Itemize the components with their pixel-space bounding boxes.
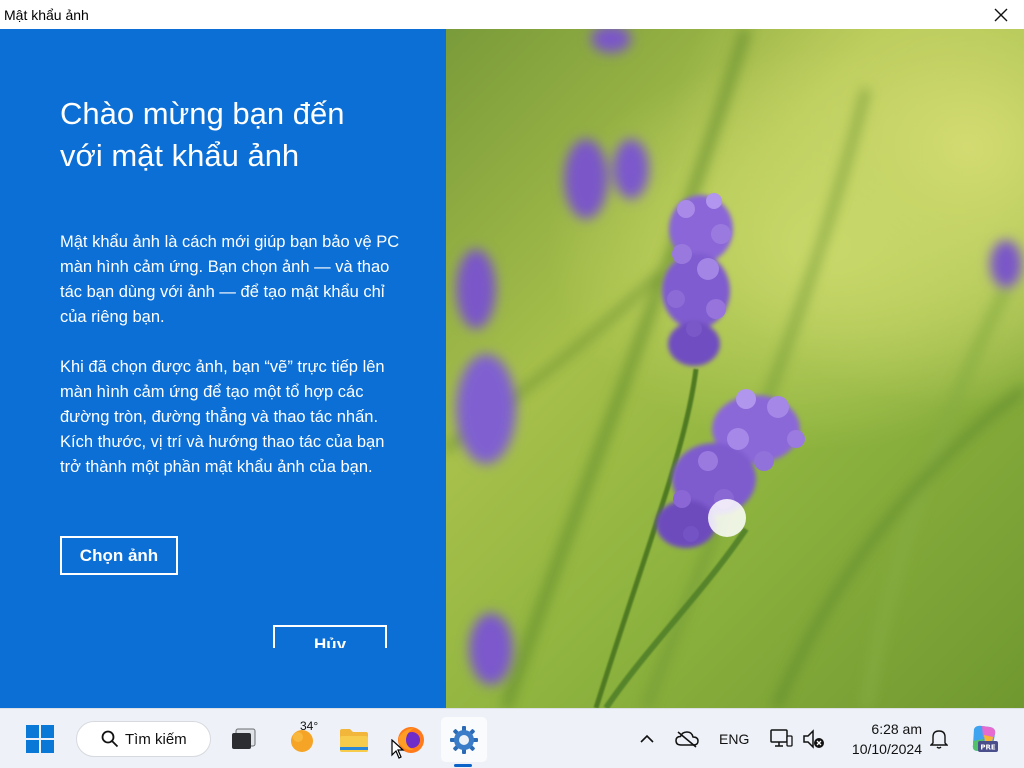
close-button[interactable] bbox=[978, 0, 1024, 29]
taskbar-search-box[interactable]: Tìm kiếm bbox=[76, 721, 211, 757]
close-icon bbox=[994, 8, 1008, 21]
title-bar: Mật khẩu ảnh bbox=[0, 0, 1024, 29]
task-view-button[interactable] bbox=[225, 723, 261, 755]
weather-temperature: 34° bbox=[300, 719, 319, 733]
gear-icon bbox=[450, 725, 478, 754]
volume-button[interactable] bbox=[801, 727, 827, 751]
active-app-indicator bbox=[454, 764, 472, 767]
network-button[interactable] bbox=[768, 727, 794, 751]
copilot-icon: PRE bbox=[972, 725, 998, 752]
cloud-offline-icon bbox=[675, 731, 699, 748]
welcome-heading-line2: với mật khẩu ảnh bbox=[60, 138, 300, 173]
clock[interactable]: 6:28 am 10/10/2024 bbox=[832, 719, 922, 759]
search-label: Tìm kiếm bbox=[125, 730, 187, 748]
file-explorer-button[interactable] bbox=[335, 723, 373, 757]
notifications-button[interactable] bbox=[927, 727, 951, 751]
windows-logo-icon bbox=[26, 725, 54, 753]
info-panel: Chào mừng bạn đến với mật khẩu ảnh Mật k… bbox=[0, 29, 446, 708]
bell-icon bbox=[930, 730, 948, 749]
search-icon bbox=[101, 730, 119, 748]
lavender-photo bbox=[446, 29, 1024, 708]
folder-icon bbox=[340, 729, 368, 752]
language-indicator[interactable]: ENG bbox=[719, 731, 749, 747]
firefox-button[interactable] bbox=[389, 717, 433, 762]
start-button[interactable] bbox=[22, 723, 58, 755]
window-title: Mật khẩu ảnh bbox=[4, 6, 89, 23]
cancel-label: Hủy bbox=[313, 635, 347, 648]
welcome-heading: Chào mừng bạn đến với mật khẩu ảnh bbox=[60, 93, 420, 177]
cancel-button-clip: Hủy bbox=[273, 625, 387, 648]
task-view-icon bbox=[232, 728, 256, 749]
background-photo bbox=[446, 29, 1024, 708]
clock-date: 10/10/2024 bbox=[851, 741, 922, 757]
choose-picture-label: Chọn ảnh bbox=[79, 545, 159, 565]
network-wired-icon bbox=[770, 729, 793, 747]
choose-picture-button[interactable]: Chọn ảnh bbox=[60, 536, 178, 575]
volume-muted-icon bbox=[803, 729, 824, 749]
instructions-paragraph: Khi đã chọn được ảnh, bạn “vẽ” trực tiếp… bbox=[60, 358, 385, 476]
copilot-button[interactable]: PRE bbox=[966, 721, 1002, 757]
taskbar: Tìm kiếm 34° ENG 6:28 am 10/10/2024 PRE bbox=[0, 708, 1024, 768]
onedrive-button[interactable] bbox=[674, 727, 700, 751]
intro-paragraph: Mật khẩu ảnh là cách mới giúp bạn bảo vệ… bbox=[60, 233, 400, 326]
main-content: Chào mừng bạn đến với mật khẩu ảnh Mật k… bbox=[0, 29, 1024, 708]
cancel-button[interactable]: Hủy bbox=[273, 625, 387, 648]
clock-time: 6:28 am bbox=[871, 721, 922, 737]
copilot-pre-badge: PRE bbox=[980, 744, 996, 752]
touch-point-indicator bbox=[708, 499, 746, 537]
mouse-cursor-icon bbox=[391, 739, 405, 759]
welcome-heading-line1: Chào mừng bạn đến bbox=[60, 96, 345, 131]
show-hidden-icons-button[interactable] bbox=[636, 729, 658, 749]
settings-button[interactable] bbox=[441, 717, 487, 762]
chevron-up-icon bbox=[640, 734, 654, 743]
